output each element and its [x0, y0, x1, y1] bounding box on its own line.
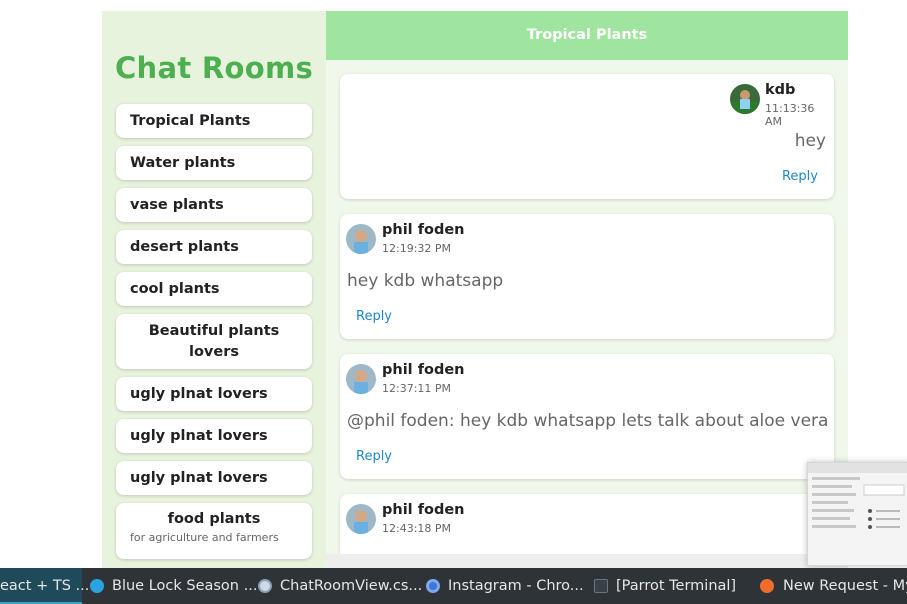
- room-item-ugly-plnat-lovers[interactable]: ugly plnat lovers: [116, 377, 312, 411]
- code-editor-icon: [258, 579, 272, 593]
- avatar: [346, 504, 376, 534]
- room-item-beautiful-plants-lovers[interactable]: Beautiful plants lovers: [116, 314, 312, 369]
- taskbar-item-react-ts[interactable]: eact + TS ...: [0, 568, 89, 604]
- room-item-water-plants[interactable]: Water plants: [116, 146, 312, 180]
- room-item-desert-plants[interactable]: desert plants: [116, 230, 312, 264]
- reply-button[interactable]: Reply: [356, 449, 392, 464]
- telegram-icon: [90, 579, 104, 593]
- message-username: phil foden: [382, 502, 465, 518]
- message-text: hey: [794, 131, 826, 151]
- avatar: [346, 364, 376, 394]
- room-label: Beautiful plants lovers: [148, 323, 280, 360]
- room-description: for agriculture and farmers: [130, 531, 279, 544]
- message-text: hey kdb whatsapp: [347, 271, 504, 291]
- room-label: Water plants: [130, 155, 236, 171]
- taskbar-item-label: Instagram - Chro...: [448, 578, 584, 594]
- message-username: phil foden: [382, 222, 465, 238]
- message-timestamp: 12:19:32 PM: [382, 242, 452, 255]
- room-label: food plants: [167, 511, 261, 527]
- chrome-icon: [426, 579, 440, 593]
- room-item-ugly-plnat-lovers[interactable]: ugly plnat lovers: [116, 461, 312, 495]
- message-input-area[interactable]: [326, 554, 848, 568]
- message-card: phil foden 12:37:11 PM @phil foden: hey …: [340, 354, 834, 479]
- room-label: vase plants: [130, 197, 224, 213]
- room-label: cool plants: [130, 281, 220, 297]
- taskbar-item-new-request[interactable]: New Request - My A: [756, 568, 907, 604]
- avatar: [730, 84, 760, 114]
- chat-rooms-sidebar: Chat Rooms Tropical Plants Water plants …: [102, 11, 326, 568]
- message-timestamp: 12:43:18 PM: [382, 522, 452, 535]
- room-label: desert plants: [130, 239, 239, 255]
- taskbar-item-instagram-chrome[interactable]: Instagram - Chro...: [422, 568, 586, 604]
- room-item-tropical-plants[interactable]: Tropical Plants: [116, 104, 312, 138]
- message-timestamp: 12:37:11 PM: [382, 382, 452, 395]
- system-taskbar: eact + TS ... Blue Lock Season ... ChatR…: [0, 568, 907, 604]
- message-text: @phil foden: hey kdb whatsapp lets talk …: [347, 411, 829, 431]
- reply-button[interactable]: Reply: [356, 309, 392, 324]
- chat-room-header: Tropical Plants: [326, 11, 848, 60]
- room-item-food-plants[interactable]: food plants for agriculture and farmers: [116, 503, 312, 559]
- terminal-icon: [594, 579, 608, 593]
- sidebar-title: Chat Rooms: [114, 51, 314, 85]
- taskbar-item-label: eact + TS ...: [0, 578, 90, 594]
- message-timestamp: 11:13:36 AM: [765, 102, 815, 128]
- reply-button[interactable]: Reply: [782, 169, 818, 184]
- message-card: kdb 11:13:36 AM hey Reply: [340, 74, 834, 199]
- room-item-vase-plants[interactable]: vase plants: [116, 188, 312, 222]
- avatar: [346, 224, 376, 254]
- room-label: ugly plnat lovers: [130, 470, 268, 486]
- room-item-ugly-plnat-lovers[interactable]: ugly plnat lovers: [116, 419, 312, 453]
- postman-icon: [760, 579, 774, 593]
- room-label: ugly plnat lovers: [130, 428, 268, 444]
- message-card: phil foden 12:19:32 PM hey kdb whatsapp …: [340, 214, 834, 339]
- message-username: phil foden: [382, 362, 465, 378]
- room-label: ugly plnat lovers: [130, 386, 268, 402]
- taskbar-item-label: New Request - My A: [783, 578, 907, 594]
- chat-panel: Tropical Plants kdb 11:13:36 AM hey Repl…: [326, 11, 848, 568]
- taskbar-item-blue-lock[interactable]: Blue Lock Season ...: [86, 568, 257, 604]
- room-item-cool-plants[interactable]: cool plants: [116, 272, 312, 306]
- message-username: kdb: [765, 82, 796, 98]
- room-label: Tropical Plants: [130, 113, 251, 129]
- window-preview-thumbnail[interactable]: [807, 462, 907, 566]
- taskbar-item-label: ChatRoomView.cs...: [280, 578, 423, 594]
- taskbar-item-chatroomview[interactable]: ChatRoomView.cs...: [254, 568, 422, 604]
- taskbar-item-label: [Parrot Terminal]: [616, 578, 737, 594]
- taskbar-item-parrot-terminal[interactable]: [Parrot Terminal]: [590, 568, 754, 604]
- taskbar-item-label: Blue Lock Season ...: [112, 578, 258, 594]
